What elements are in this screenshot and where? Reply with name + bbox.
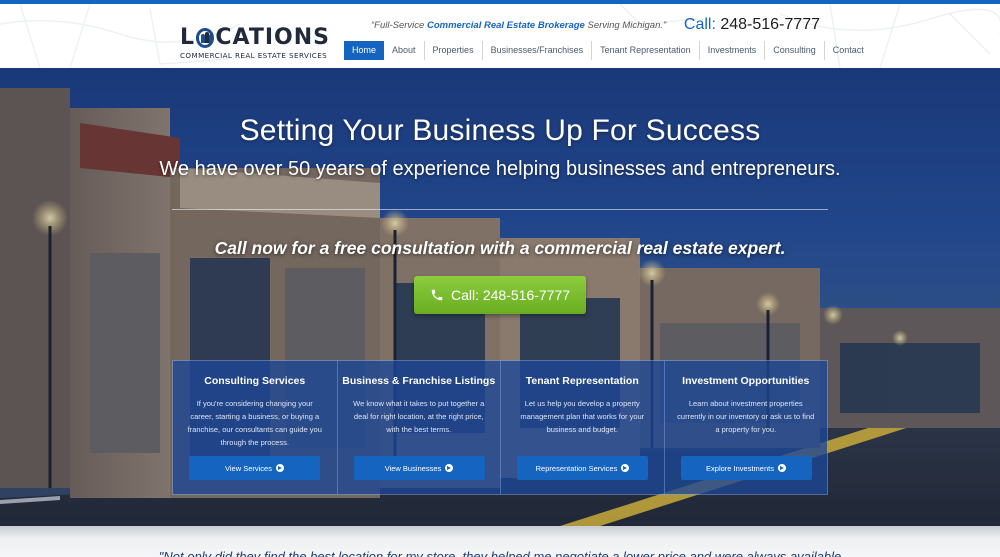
testimonial-quote: "Not only did they find the best locatio… bbox=[158, 549, 842, 557]
nav-consulting[interactable]: Consulting bbox=[764, 41, 824, 60]
service-description: Learn about investment properties curren… bbox=[677, 399, 815, 434]
service-description: If you're considering changing your care… bbox=[187, 399, 322, 447]
site-logo[interactable]: L CATIONS COMMERCIAL REAL ESTATE SERVICE… bbox=[180, 26, 330, 62]
tagline: “Full-Service Commercial Real Estate Bro… bbox=[371, 20, 667, 31]
nav-properties[interactable]: Properties bbox=[423, 41, 482, 60]
testimonial-section: "Not only did they find the best locatio… bbox=[0, 526, 1000, 557]
hero-subtitle: We have over 50 years of experience help… bbox=[159, 158, 841, 180]
logo-subtitle: COMMERCIAL REAL ESTATE SERVICES bbox=[180, 51, 328, 60]
arrow-right-icon bbox=[777, 464, 786, 472]
hero-section: Setting Your Business Up For Success We … bbox=[0, 68, 1000, 526]
nav-about[interactable]: About bbox=[384, 41, 424, 60]
service-title: Tenant Representation bbox=[525, 375, 639, 387]
arrow-right-icon bbox=[275, 464, 284, 472]
site-header: L CATIONS COMMERCIAL REAL ESTATE SERVICE… bbox=[0, 0, 1000, 68]
nav-investments[interactable]: Investments bbox=[698, 41, 765, 60]
logo-wordmark: L CATIONS bbox=[180, 25, 330, 50]
explore-investments-button[interactable]: Explore Investments bbox=[680, 456, 812, 480]
service-card-tenant-representation: Tenant Representation Let us help you de… bbox=[500, 361, 664, 494]
call-now-button-label: Call: 248-516-7777 bbox=[450, 287, 571, 303]
nav-tenant-representation[interactable]: Tenant Representation bbox=[591, 41, 699, 60]
services-panel: Consulting Services If you're considerin… bbox=[172, 360, 828, 495]
service-card-consulting: Consulting Services If you're considerin… bbox=[173, 361, 337, 494]
phone-icon bbox=[431, 289, 443, 301]
representation-services-button[interactable]: Representation Services bbox=[517, 456, 648, 480]
phone-label: Call: bbox=[683, 16, 716, 33]
arrow-right-icon bbox=[445, 464, 454, 472]
nav-contact[interactable]: Contact bbox=[823, 41, 872, 60]
view-services-button[interactable]: View Services bbox=[189, 456, 320, 480]
arrow-right-icon bbox=[621, 464, 630, 472]
view-businesses-button[interactable]: View Businesses bbox=[353, 456, 485, 480]
logo-people-icon bbox=[196, 28, 215, 48]
nav-home[interactable]: Home bbox=[344, 41, 385, 60]
main-nav: Home About Properties Businesses/Franchi… bbox=[344, 41, 872, 60]
service-description: We know what it takes to put together a … bbox=[353, 399, 485, 434]
nav-businesses-franchises[interactable]: Businesses/Franchises bbox=[481, 41, 592, 60]
phone-number[interactable]: 248-516-7777 bbox=[720, 16, 820, 33]
service-card-investment: Investment Opportunities Learn about inv… bbox=[663, 361, 827, 494]
hero-divider bbox=[172, 209, 828, 210]
service-title: Investment Opportunities bbox=[682, 375, 810, 387]
hero-title: Setting Your Business Up For Success bbox=[239, 114, 761, 147]
service-card-business-franchise: Business & Franchise Listings We know wh… bbox=[336, 361, 500, 494]
service-description: Let us help you develop a property manag… bbox=[520, 399, 645, 434]
call-now-button[interactable]: Call: 248-516-7777 bbox=[414, 276, 586, 314]
hero-cta-text: Call now for a free consultation with a … bbox=[214, 238, 786, 258]
header-phone[interactable]: Call: 248-516-7777 bbox=[684, 16, 820, 34]
service-title: Business & Franchise Listings bbox=[342, 375, 496, 387]
service-title: Consulting Services bbox=[204, 375, 306, 387]
